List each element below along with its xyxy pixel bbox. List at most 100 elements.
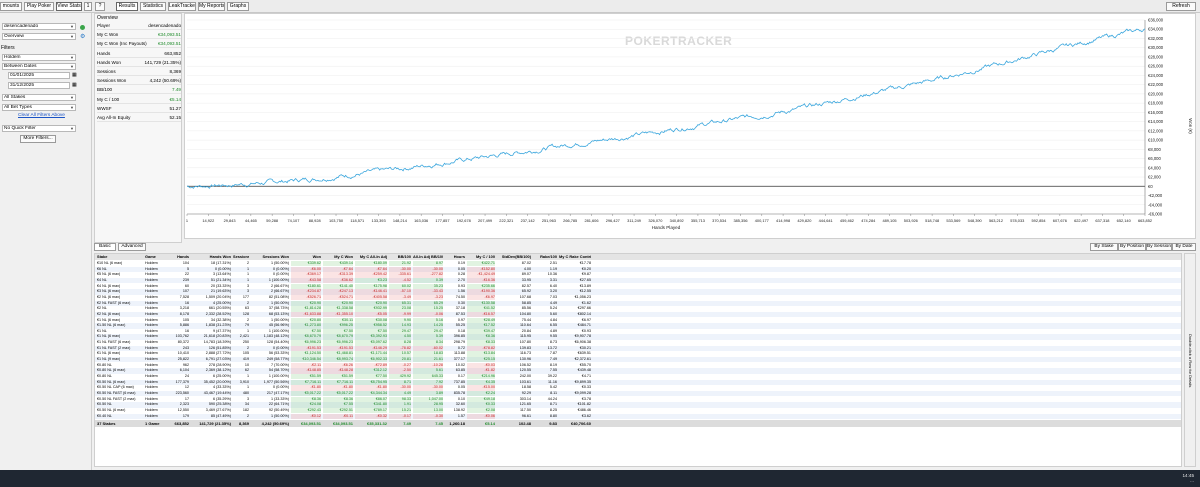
- column-header[interactable]: Hands Won: [191, 254, 231, 260]
- column-header[interactable]: Game: [145, 254, 167, 260]
- tab-by-session[interactable]: By Session: [1146, 243, 1172, 251]
- table-row[interactable]: €1 NL FAST (6 max) Holdem 80,372 14,783 (18…: [95, 340, 1181, 346]
- table-cell: 113.88: [453, 351, 465, 356]
- column-header[interactable]: BB/100: [389, 254, 411, 260]
- tab-my-reports[interactable]: My Reports: [198, 2, 225, 11]
- table-row[interactable]: €10 NL (6 max) Holdem 104 18 (17.31%) 2 1 (50…: [95, 261, 1181, 267]
- table-row[interactable]: €0.80 NL Holdem 24 6 (25.00%) 1 1 (100.00%) €5…: [95, 374, 1181, 380]
- tab-results[interactable]: Results: [116, 2, 138, 11]
- player-value: desencadenado: [4, 24, 39, 29]
- table-row[interactable]: €6 NL Holdem 5 0 (0.00%) 1 0 (0.00%) -€6.00 -€7…: [95, 266, 1181, 273]
- tab-basic[interactable]: Basic: [94, 243, 116, 251]
- bet-type-select[interactable]: All Bet Types ▼: [2, 104, 76, 111]
- refresh-button[interactable]: Refresh: [1166, 2, 1196, 11]
- y-tick-label: -€6,000: [1148, 212, 1163, 217]
- total-cell: €35,331.32: [366, 421, 387, 427]
- column-header[interactable]: My C Rake Contrib: [559, 254, 591, 260]
- table-cell: -0.17: [389, 413, 411, 419]
- tab-advanced[interactable]: Advanced: [118, 243, 146, 251]
- column-header[interactable]: Rake/100: [533, 254, 557, 260]
- clear-filters-link[interactable]: Clear All Filters Above: [18, 113, 65, 118]
- table-cell: Holdem: [145, 277, 158, 282]
- table-row[interactable]: €1 NL (6 max) Holdem 10,410 2,888 (27.72%) 1…: [95, 351, 1181, 357]
- table-row[interactable]: €1 NL (9 max) Holdem 25,822 6,791 (27.03%) 4…: [95, 357, 1181, 363]
- tb-mounts-button[interactable]: mounts: [0, 2, 22, 11]
- table-row[interactable]: €0.80 NL Holdem 962 278 (28.90%) 10 7 (70.00%…: [95, 362, 1181, 369]
- table-row[interactable]: €3 NL (6 max) Holdem 107 21 (19.63%) 3 2 (66.…: [95, 289, 1181, 295]
- table-row[interactable]: €2 NL (6 max) Holdem 8,178 2,332 (28.52%) 12…: [95, 311, 1181, 318]
- tb-one-button[interactable]: 1: [84, 2, 92, 11]
- table-cell: €9,099.28: [574, 390, 591, 395]
- column-header[interactable]: My C Won: [323, 254, 353, 260]
- play-poker-button[interactable]: Play Poker: [24, 2, 54, 11]
- column-header[interactable]: My C All-In Adj: [355, 254, 387, 260]
- column-header[interactable]: Sessions Won: [251, 254, 289, 260]
- table-cell: -€5.05: [355, 311, 387, 318]
- table-cell: 1,977 (50.56%): [263, 379, 289, 384]
- table-row[interactable]: €0.50 NL (6 max) Holdem 177,379 35,452 (20.…: [95, 379, 1181, 386]
- tab-by-date[interactable]: By Date: [1172, 243, 1196, 251]
- tab-statistics[interactable]: Statistics: [140, 2, 166, 11]
- x-tick-label: 177,857: [435, 218, 449, 223]
- table-cell: €8.36: [467, 334, 495, 340]
- column-header[interactable]: Sessions: [233, 254, 249, 260]
- column-header[interactable]: Won: [291, 254, 321, 260]
- table-row[interactable]: €4 NL (6 max) Holdem 60 20 (33.33%) 3 2 (66.6…: [95, 283, 1181, 289]
- column-header[interactable]: Hours: [445, 254, 465, 260]
- table-row[interactable]: €1 NL Holdem 16 9 (47.37%) 1 1 (100.00%) €7.50…: [95, 328, 1181, 335]
- calendar-icon[interactable]: ▦: [72, 82, 77, 88]
- column-header[interactable]: All-In Adj BB/100: [413, 254, 443, 260]
- help-button[interactable]: ?: [95, 2, 105, 11]
- table-row[interactable]: €5 NL (6 max) Holdem 22 3 (13.64%) 1 0 (0.00%…: [95, 272, 1181, 278]
- x-tick-label: 14,922: [202, 218, 214, 223]
- table-row[interactable]: €1 NL (6 max) Holdem 105 34 (32.38%) 2 1 (50.…: [95, 317, 1181, 323]
- stake-select[interactable]: All Stakes ▼: [2, 94, 76, 101]
- table-row[interactable]: €0.50 NL CAP (6 max) Holdem 12 4 (33.33%) 1 0…: [95, 385, 1181, 391]
- table-row[interactable]: €4 NL Holdem 239 51 (21.34%) 1 1 (100.00%) -€4…: [95, 277, 1181, 284]
- date-mode-select[interactable]: Between Dates ▼: [2, 63, 76, 70]
- table-row[interactable]: €0.80 NL (6 max) Holdem 6,104 2,369 (38.12%…: [95, 368, 1181, 374]
- table-row[interactable]: €0.50 NL (6 max) Holdem 12,550 3,469 (27.67…: [95, 407, 1181, 414]
- table-row[interactable]: €1.50 NL (6 max) Holdem 5,886 1,838 (31.23%…: [95, 323, 1181, 329]
- date-from-field[interactable]: 01/01/2025: [8, 72, 70, 79]
- calendar-icon[interactable]: ▦: [72, 72, 77, 78]
- tab-graphs[interactable]: Graphs: [227, 2, 249, 11]
- table-cell: €6 NL: [97, 266, 107, 271]
- table-cell: €51.59: [291, 374, 321, 380]
- more-filters-button[interactable]: More Filters...: [20, 135, 56, 143]
- table-cell: 0.30: [457, 300, 465, 305]
- tab-by-position[interactable]: By Position: [1118, 243, 1146, 251]
- quick-filter-select[interactable]: No Quick Filter ▼: [2, 125, 76, 132]
- table-row[interactable]: €0.40 NL Holdem 179 85 (47.49%) 2 1 (50.00%) -…: [95, 413, 1181, 419]
- column-header[interactable]: Stake: [97, 254, 143, 260]
- tab-by-stake[interactable]: By Stake: [1090, 243, 1118, 251]
- table-row[interactable]: €2 NL FAST (6 max) Holdem 16 4 (25.00%) 2 1 (…: [95, 300, 1181, 306]
- tab-leaktracker[interactable]: LeakTracker: [168, 2, 196, 11]
- table-row[interactable]: €2 NL Holdem 3,218 661 (20.55%) 63 37 (58.73%…: [95, 306, 1181, 312]
- table-row[interactable]: €0.50 NL Holdem 2,323 590 (25.38%) 34 22 (64.…: [95, 402, 1181, 408]
- table-row[interactable]: €0.50 NL FAST (2 max) Holdem 17 6 (35.29%) 3…: [95, 396, 1181, 402]
- game-select[interactable]: Holdem ▼: [2, 54, 76, 61]
- table-cell: 117.50: [519, 407, 531, 412]
- table-cell: €6,906.38: [574, 340, 591, 345]
- table-cell: 5,886: [179, 323, 189, 328]
- table-cell: 737.85: [453, 379, 465, 384]
- column-header[interactable]: My C / 100: [467, 254, 495, 260]
- table-row[interactable]: €0.50 NL FAST (6 max) Holdem 223,560 43,467…: [95, 390, 1181, 397]
- table-cell: -2.50: [389, 368, 411, 374]
- column-header[interactable]: StdDev(BB/100): [497, 254, 531, 260]
- table-row[interactable]: €1 NL (6 max) Holdem 103,762 21,618 (20.83%…: [95, 334, 1181, 340]
- table-cell: €2 NL (6 max): [97, 294, 121, 299]
- column-header[interactable]: Hands: [169, 254, 189, 260]
- site-select[interactable]: Overview ▼: [2, 33, 76, 40]
- x-tick-label: 489,105: [882, 218, 896, 223]
- gear-icon[interactable]: ⚙: [80, 33, 85, 40]
- player-select[interactable]: desencadenado ▼: [2, 23, 76, 30]
- table-cell: 1: [246, 266, 249, 271]
- table-cell: -€0.11: [323, 413, 353, 419]
- table-row[interactable]: €2 NL (6 max) Holdem 7,528 1,509 (20.04%) 17…: [95, 294, 1181, 301]
- table-row[interactable]: €1 NL FAST (2 max) Holdem 243 126 (51.85%) 2…: [95, 345, 1181, 352]
- date-to-field[interactable]: 31/12/2025: [8, 82, 70, 89]
- view-stats-button[interactable]: View Stats: [56, 2, 82, 11]
- y-tick-label: -€2,000: [1148, 193, 1163, 198]
